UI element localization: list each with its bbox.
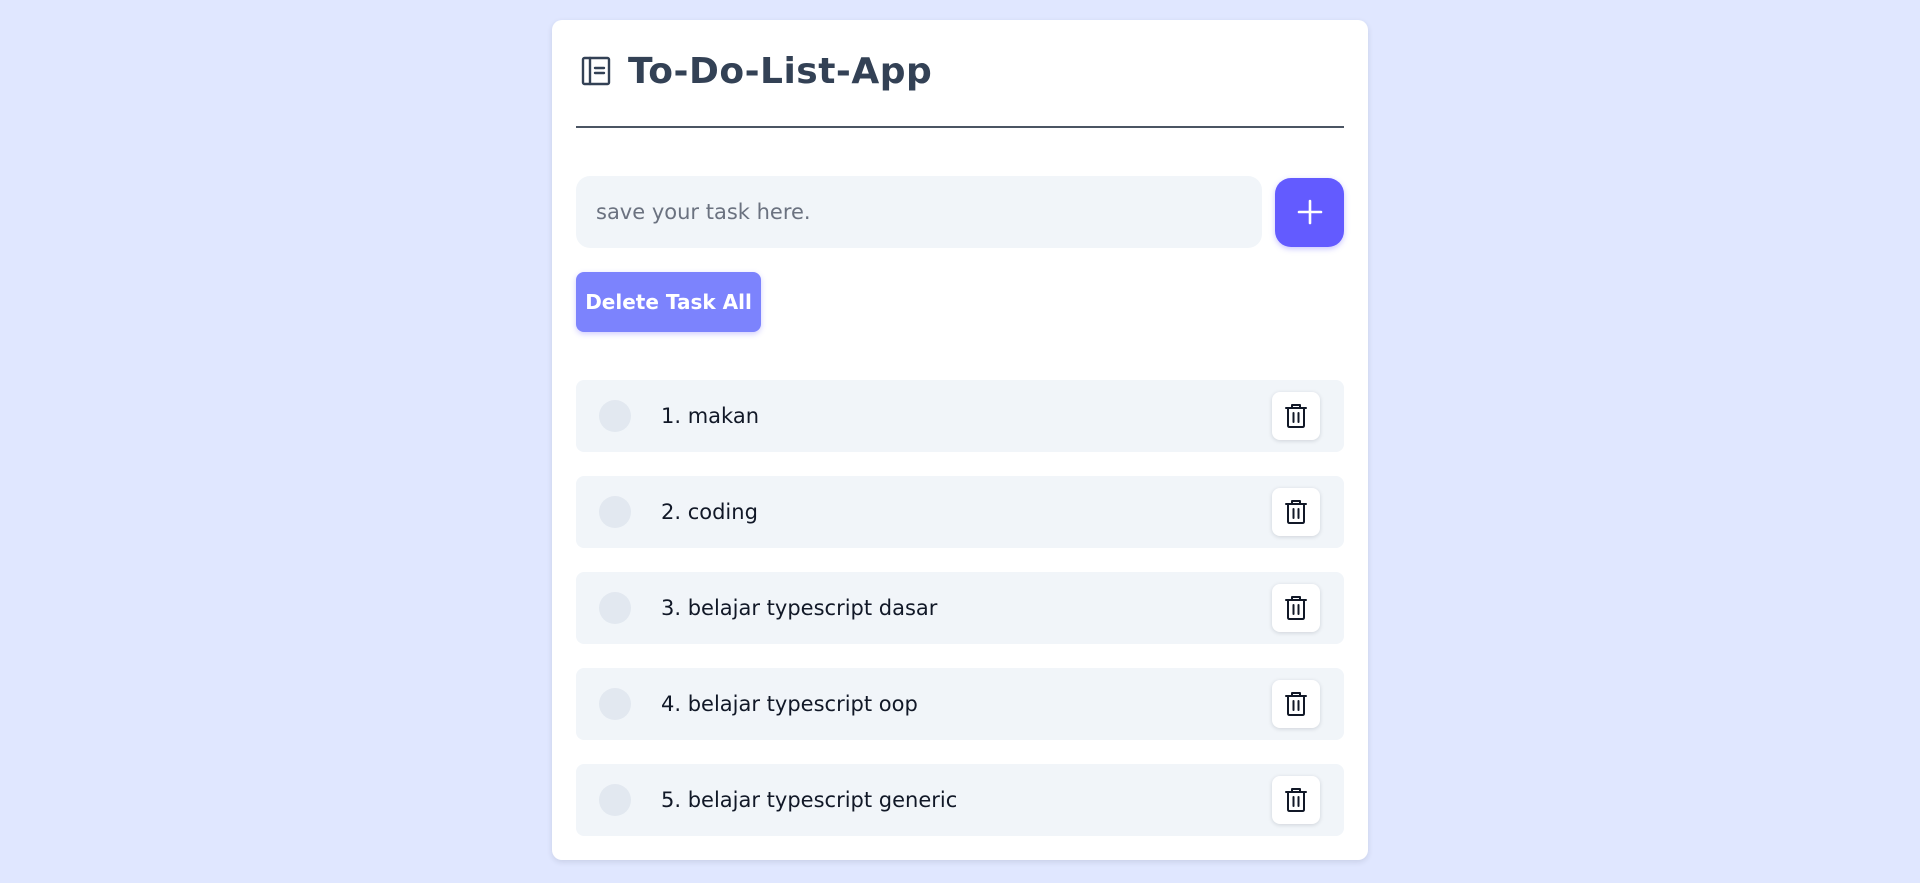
task-list: 1. makan 2. coding 3. belajar typescript… (576, 380, 1344, 836)
task-label: 2. coding (661, 500, 758, 524)
task-label: 5. belajar typescript generic (661, 788, 958, 812)
add-task-button[interactable] (1275, 177, 1344, 247)
delete-all-tasks-button[interactable]: Delete Task All (576, 272, 761, 332)
delete-task-button[interactable] (1272, 776, 1320, 824)
todo-card: To-Do-List-App Delete Task All 1. makan (552, 20, 1368, 860)
app-header: To-Do-List-App (576, 20, 1344, 128)
page-title: To-Do-List-App (628, 50, 933, 92)
task-item: 2. coding (576, 476, 1344, 548)
task-checkbox[interactable] (599, 400, 631, 432)
delete-task-button[interactable] (1272, 584, 1320, 632)
task-label: 4. belajar typescript oop (661, 692, 918, 716)
trash-icon (1284, 787, 1308, 813)
task-item: 1. makan (576, 380, 1344, 452)
delete-task-button[interactable] (1272, 392, 1320, 440)
task-checkbox[interactable] (599, 496, 631, 528)
trash-icon (1284, 691, 1308, 717)
notebook-icon (580, 55, 612, 87)
trash-icon (1284, 499, 1308, 525)
task-checkbox[interactable] (599, 784, 631, 816)
plus-icon (1297, 199, 1323, 225)
task-checkbox[interactable] (599, 592, 631, 624)
task-item: 5. belajar typescript generic (576, 764, 1344, 836)
task-label: 1. makan (661, 404, 760, 428)
trash-icon (1284, 403, 1308, 429)
delete-task-button[interactable] (1272, 680, 1320, 728)
task-form (576, 176, 1344, 248)
task-item: 4. belajar typescript oop (576, 668, 1344, 740)
task-item: 3. belajar typescript dasar (576, 572, 1344, 644)
delete-task-button[interactable] (1272, 488, 1320, 536)
task-input[interactable] (576, 176, 1262, 248)
trash-icon (1284, 595, 1308, 621)
task-checkbox[interactable] (599, 688, 631, 720)
task-label: 3. belajar typescript dasar (661, 596, 938, 620)
